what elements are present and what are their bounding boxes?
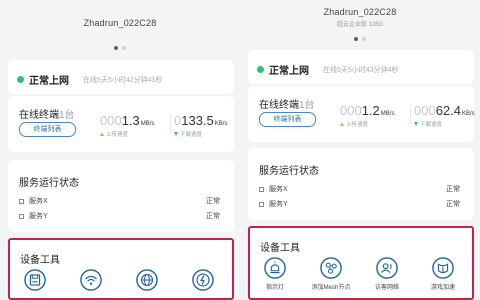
device-tools-card: 设备工具 指示灯 添加Mesh节点 访客网络 游戏加速	[248, 226, 474, 300]
upload-speed-label: 上传速度	[346, 122, 369, 128]
online-terminals-title: 在线终端1台	[259, 96, 315, 111]
terminals-label: 在线终端	[259, 100, 299, 111]
upload-speed-unit: MB/s	[380, 111, 395, 117]
service-status-title: 服务运行状态	[259, 166, 319, 177]
service-name: 服务X	[269, 186, 288, 193]
service-row: 服务Y 正常	[259, 199, 460, 209]
carousel-dot-2[interactable]	[362, 37, 366, 41]
download-speed-unit: KB/s	[462, 111, 475, 117]
terminals-count: 1台	[59, 110, 75, 121]
service-name: 服务X	[29, 198, 48, 205]
service-row: 服务X 正常	[259, 184, 460, 194]
service-status-card: 服务运行状态 服务X 正常 服务Y 正常	[248, 148, 474, 220]
network-status-label: 正常上网	[29, 76, 69, 87]
online-duration: 在线5天5小时43分钟4秒	[323, 66, 399, 74]
upload-speed: 000 1.2 MB/s 上传速度	[340, 103, 394, 128]
download-speed-leading-zeros: 000	[414, 103, 436, 118]
device-subtitle: 超云企业版 128G	[336, 22, 384, 28]
speed-divider	[410, 104, 411, 124]
service-status-card: 服务运行状态 服务X 正常 服务Y 正常	[8, 160, 234, 232]
service-status: 正常	[206, 198, 220, 205]
tool-backup[interactable]	[8, 269, 62, 294]
upload-speed-value: 1.2	[361, 103, 380, 118]
service-status: 正常	[446, 186, 460, 193]
network-status-card: 正常上网 在线5天5小时43分钟4秒	[248, 50, 474, 84]
carousel-dot-1[interactable]	[354, 37, 358, 41]
wifi-icon	[80, 269, 102, 291]
device-name: Zhadrun_022C28	[323, 7, 397, 17]
online-duration: 在线5天5小时42分钟41秒	[83, 76, 163, 84]
network-status-card: 正常上网 在线5天5小时42分钟41秒	[8, 60, 234, 94]
service-row: 服务X 正常	[19, 196, 220, 206]
service-name: 服务Y	[269, 201, 288, 208]
carousel-dots[interactable]	[240, 37, 480, 41]
speed-divider	[170, 114, 171, 134]
carousel-dots[interactable]	[0, 46, 240, 50]
carousel-dot-1[interactable]	[114, 46, 118, 50]
right-panel: Zhadrun_022C28 超云企业版 128G 正常上网 在线5天5小时43…	[240, 0, 480, 300]
download-speed: 0 133.5 KB/s 下载速度	[174, 113, 227, 138]
upload-speed-unit: MB/s	[140, 121, 155, 127]
service-status: 正常	[446, 201, 460, 208]
save-icon	[24, 269, 46, 291]
indicator-light-icon	[264, 257, 286, 279]
download-speed-leading-zeros: 0	[174, 113, 182, 128]
tool-label: 添加Mesh节点	[311, 285, 351, 291]
online-terminals-card: 在线终端1台 终端列表 000 1.2 MB/s 上传速度 000 62.4 KB/s …	[248, 86, 475, 142]
download-speed-label: 下载速度	[420, 122, 443, 128]
tool-label: 游戏加速	[430, 285, 455, 291]
service-icon	[19, 213, 24, 219]
device-name: Zhadrun_022C28	[83, 18, 157, 28]
service-icon	[259, 201, 264, 207]
upload-arrow-icon	[100, 132, 104, 136]
download-speed-value: 62.4	[435, 103, 462, 118]
download-speed-unit: KB/s	[214, 121, 228, 127]
device-tools-title: 设备工具	[260, 243, 300, 254]
tool-speed-test[interactable]	[176, 269, 230, 294]
upload-speed-label: 上传速度	[106, 132, 129, 138]
device-tools-title: 设备工具	[20, 255, 60, 266]
terminals-count: 1台	[299, 100, 315, 111]
tool-indicator-light[interactable]: 指示灯	[248, 257, 302, 291]
globe-icon	[136, 269, 158, 291]
tool-label: 指示灯	[265, 285, 284, 291]
download-speed-value: 133.5	[181, 113, 214, 128]
device-tools-card: 设备工具	[8, 238, 234, 300]
service-icon	[259, 186, 264, 192]
online-indicator-icon	[17, 76, 24, 83]
tool-network[interactable]	[120, 269, 174, 294]
download-speed: 000 62.4 KB/s 下载速度	[414, 103, 475, 128]
online-indicator-icon	[257, 66, 264, 73]
tool-add-mesh-node[interactable]: 添加Mesh节点	[304, 257, 358, 291]
download-arrow-icon	[174, 132, 178, 136]
upload-speed: 000 1.3 MB/s 上传速度	[100, 113, 154, 138]
upload-speed-leading-zeros: 000	[100, 113, 122, 128]
download-arrow-icon	[414, 122, 418, 126]
download-speed-label: 下载速度	[180, 132, 203, 138]
service-name: 服务Y	[29, 213, 48, 220]
tool-label: 访客网络	[374, 285, 399, 291]
upload-speed-leading-zeros: 000	[340, 103, 362, 118]
terminal-list-button[interactable]: 终端列表	[19, 122, 76, 137]
service-status: 正常	[206, 213, 220, 220]
online-terminals-card: 在线终端1台 终端列表 000 1.3 MB/s 上传速度 0 133.5 KB/s 下…	[8, 96, 234, 152]
mesh-node-icon	[320, 257, 342, 279]
network-status-label: 正常上网	[269, 66, 309, 77]
game-boost-icon	[432, 257, 454, 279]
service-icon	[19, 198, 24, 204]
tool-guest-network[interactable]: 访客网络	[360, 257, 414, 291]
service-row: 服务Y 正常	[19, 211, 220, 221]
upload-speed-value: 1.3	[121, 113, 140, 128]
service-status-title: 服务运行状态	[19, 178, 79, 189]
terminals-label: 在线终端	[19, 110, 59, 121]
speed-test-icon	[192, 269, 214, 291]
left-panel: Zhadrun_022C28 正常上网 在线5天5小时42分钟41秒 在线终端1…	[0, 0, 240, 300]
guest-network-icon	[376, 257, 398, 279]
terminal-list-button[interactable]: 终端列表	[259, 112, 316, 127]
carousel-dot-2[interactable]	[122, 46, 126, 50]
online-terminals-title: 在线终端1台	[19, 106, 75, 121]
upload-arrow-icon	[340, 122, 344, 126]
tool-game-boost[interactable]: 游戏加速	[416, 257, 470, 291]
tool-wifi[interactable]	[64, 269, 118, 294]
